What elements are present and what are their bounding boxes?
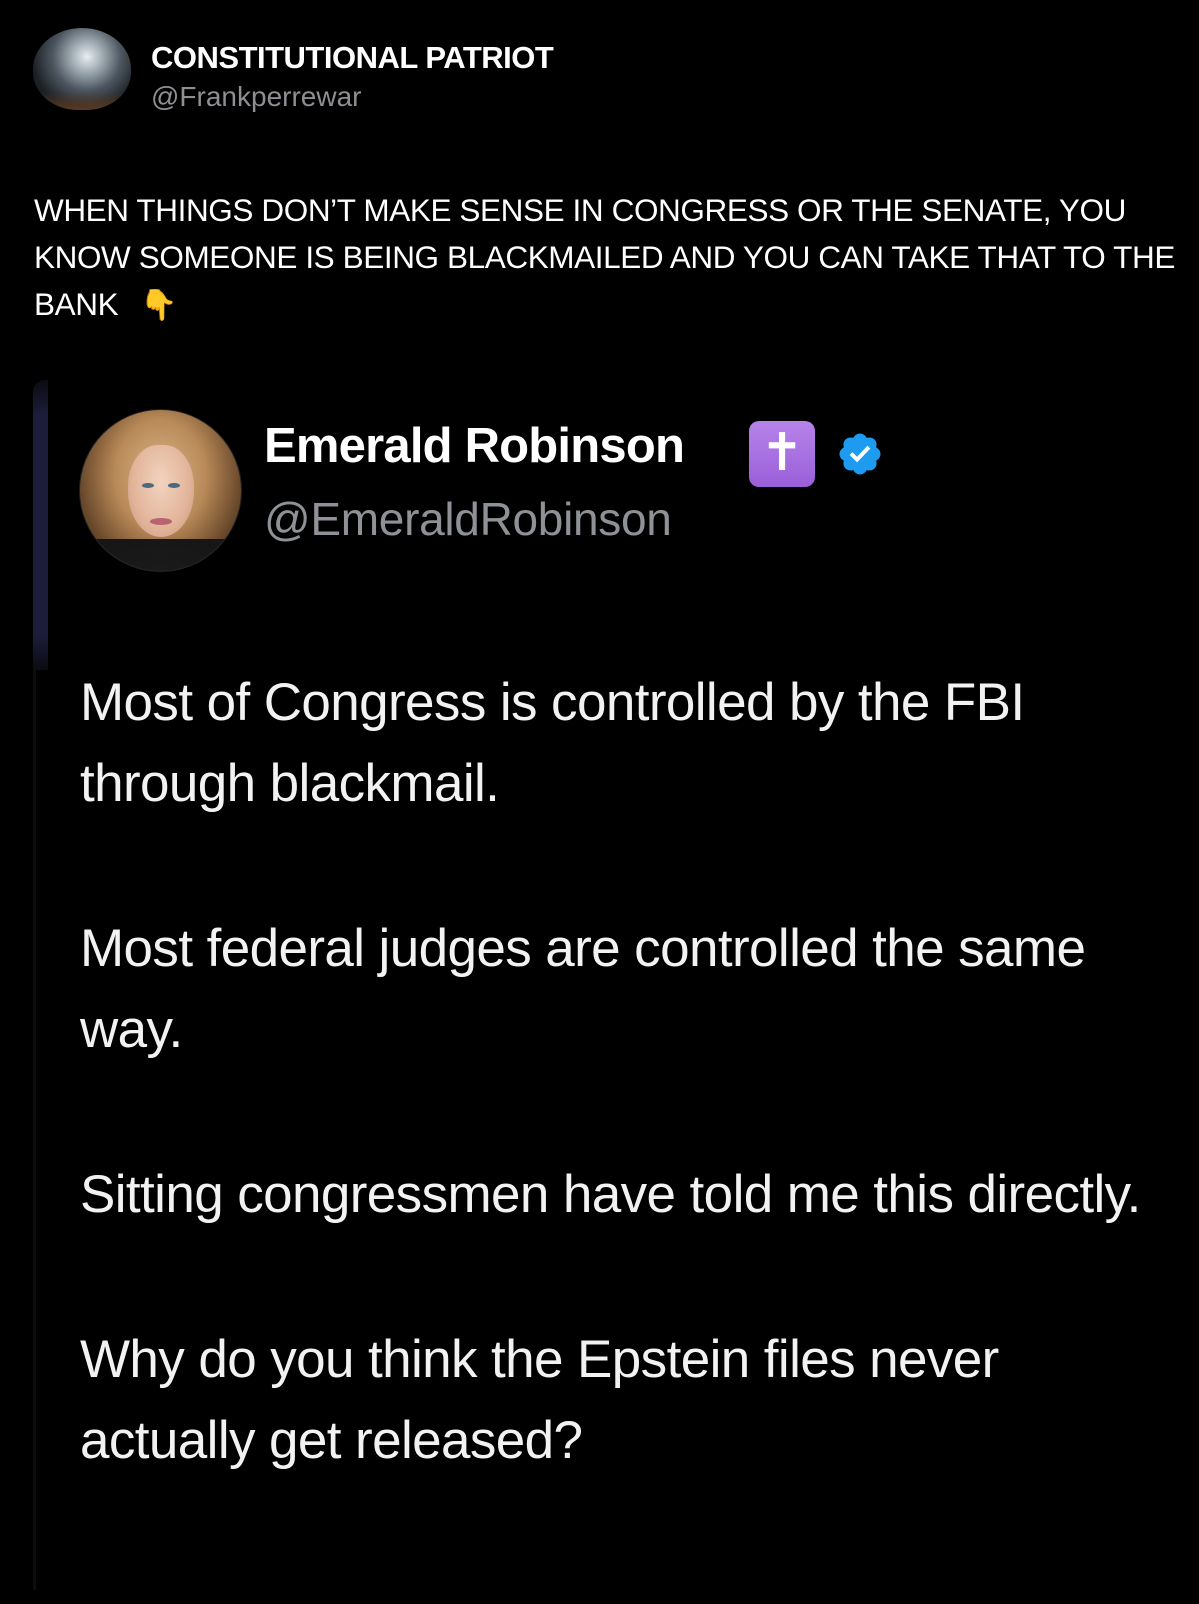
post-text-body: WHEN THINGS DON’T MAKE SENSE IN CONGRESS… <box>34 192 1175 322</box>
avatar-image-detail <box>33 92 131 110</box>
quote-border <box>33 380 48 670</box>
post-author-handle[interactable]: @Frankperrewar <box>151 81 361 113</box>
pointing-down-emoji: 👇 <box>140 289 178 322</box>
quoted-author-handle[interactable]: @EmeraldRobinson <box>264 492 672 546</box>
quoted-avatar[interactable] <box>79 409 242 572</box>
quoted-paragraph: Most federal judges are controlled the s… <box>80 919 1086 1059</box>
verified-icon <box>839 433 881 475</box>
quote-border-lower <box>33 670 36 1590</box>
quoted-paragraph: Sitting congressmen have told me this di… <box>80 1165 1141 1224</box>
post-text: WHEN THINGS DON’T MAKE SENSE IN CONGRESS… <box>34 187 1179 329</box>
quoted-author-name[interactable]: Emerald Robinson <box>264 418 685 474</box>
cross-badge-icon: ✝ <box>749 421 815 487</box>
post-avatar[interactable] <box>33 28 131 110</box>
post-author-name[interactable]: CONSTITUTIONAL PATRIOT <box>151 40 554 76</box>
quoted-text: Most of Congress is controlled by the FB… <box>80 662 1180 1565</box>
quoted-paragraph: Most of Congress is controlled by the FB… <box>80 673 1025 813</box>
quoted-paragraph: Why do you think the Epstein files never… <box>80 1330 999 1470</box>
